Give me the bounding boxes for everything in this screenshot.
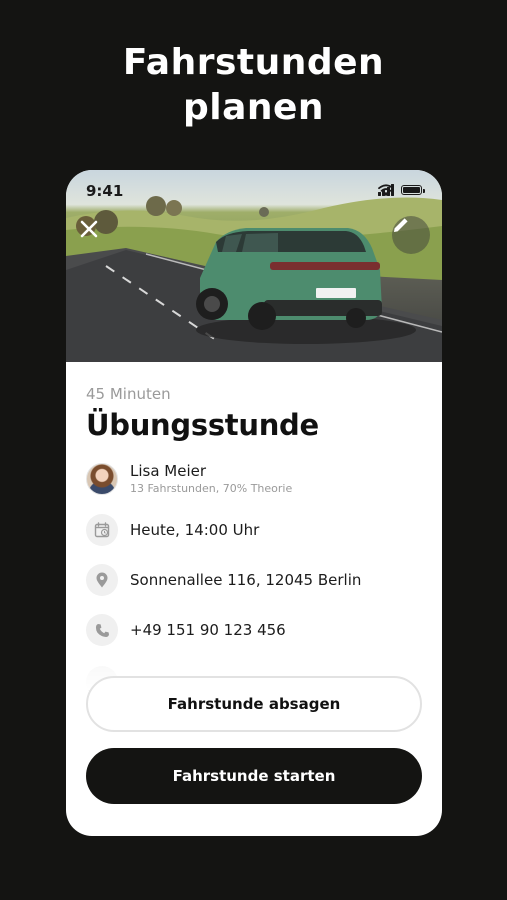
phone-icon bbox=[86, 614, 118, 646]
close-button[interactable] bbox=[80, 220, 112, 252]
instructor-name: Lisa Meier bbox=[130, 462, 207, 480]
lesson-title: Übungsstunde bbox=[86, 408, 319, 442]
phone-row[interactable]: +49 151 90 123 456 bbox=[86, 614, 286, 646]
instructor-row[interactable]: Lisa Meier 13 Fahrstunden, 70% Theorie bbox=[86, 462, 292, 496]
wifi-icon bbox=[377, 184, 394, 196]
battery-icon bbox=[401, 185, 425, 195]
pencil-icon bbox=[394, 218, 408, 232]
lesson-header: 45 Minuten Übungsstunde bbox=[86, 384, 422, 444]
status-time: 9:41 bbox=[86, 182, 124, 200]
lesson-address: Sonnenallee 116, 12045 Berlin bbox=[130, 571, 362, 589]
location-pin-icon bbox=[86, 564, 118, 596]
calendar-icon bbox=[86, 514, 118, 546]
cancel-lesson-button[interactable]: Fahrstunde absagen bbox=[86, 676, 422, 732]
headline-line-1: Fahrstunden bbox=[122, 42, 385, 83]
edit-button[interactable] bbox=[392, 216, 430, 254]
status-bar: 9:41 bbox=[66, 170, 442, 210]
instructor-phone: +49 151 90 123 456 bbox=[130, 621, 286, 639]
hero-image: 9:41 bbox=[66, 170, 442, 362]
lesson-date: Heute, 14:00 Uhr bbox=[130, 521, 260, 539]
start-lesson-button[interactable]: Fahrstunde starten bbox=[86, 748, 422, 804]
page-headline: Fahrstunden planen bbox=[0, 40, 507, 130]
instructor-details: 13 Fahrstunden, 70% Theorie bbox=[130, 482, 293, 495]
phone-screen: 9:41 45 Minuten Übungsstunde Lisa Meier … bbox=[66, 170, 442, 836]
date-row: Heute, 14:00 Uhr bbox=[86, 514, 259, 546]
address-row[interactable]: Sonnenallee 116, 12045 Berlin bbox=[86, 564, 361, 596]
close-icon bbox=[80, 220, 98, 238]
lesson-duration: 45 Minuten bbox=[86, 385, 171, 403]
headline-line-2: planen bbox=[182, 87, 325, 128]
avatar bbox=[86, 463, 118, 495]
